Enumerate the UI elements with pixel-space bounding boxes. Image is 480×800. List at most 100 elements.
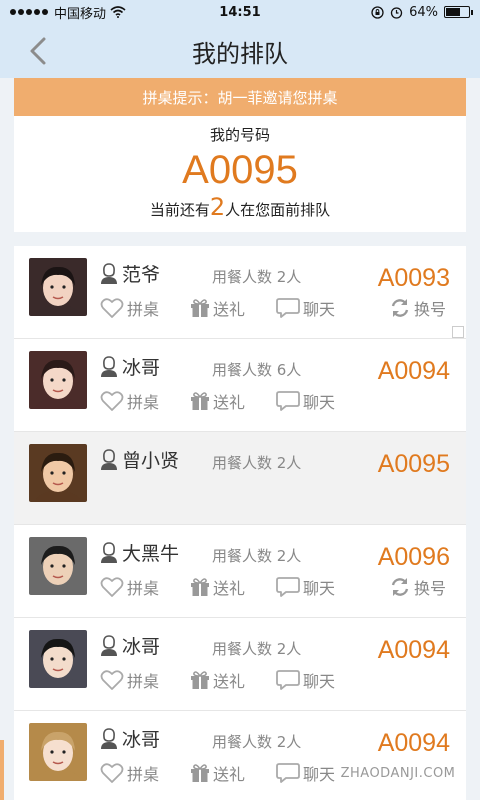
- send-gift-label: 送礼: [213, 579, 246, 598]
- avatar[interactable]: [29, 351, 87, 409]
- chat-button[interactable]: 聊天: [276, 296, 376, 320]
- alarm-icon: [390, 6, 403, 19]
- queue-ahead-text: 当前还有2人在您面前排队: [14, 193, 466, 221]
- queue-row[interactable]: 冰哥 用餐人数 2人 A0094 拼桌 送礼 聊天: [14, 618, 466, 711]
- share-table-label: 拼桌: [127, 300, 160, 319]
- diners-count: 用餐人数 2人: [212, 640, 302, 658]
- send-gift-button[interactable]: 送礼: [190, 296, 276, 320]
- send-gift-button[interactable]: 送礼: [190, 389, 276, 413]
- person-name: 冰哥: [122, 357, 161, 379]
- swap-icon: [391, 299, 409, 317]
- watermark: ZHAODANJI.COM: [336, 762, 460, 784]
- avatar[interactable]: [29, 630, 87, 688]
- queue-code: A0094: [377, 357, 450, 385]
- swap-number-label: 换号: [413, 300, 446, 319]
- diners-count: 用餐人数 6人: [212, 361, 302, 379]
- queue-row[interactable]: 冰哥 用餐人数 6人 A0094 拼桌 送礼 聊天: [14, 339, 466, 432]
- person-icon: [101, 541, 117, 563]
- share-table-button[interactable]: 拼桌: [100, 575, 190, 599]
- ahead-prefix: 当前还有: [149, 201, 210, 219]
- heart-icon: [100, 670, 124, 690]
- heart-icon: [100, 298, 124, 318]
- scroll-marker: [452, 326, 464, 338]
- queue-row[interactable]: 大黑牛 用餐人数 2人 A0096 拼桌 送礼 聊天 换号: [14, 525, 466, 618]
- diners-count: 用餐人数 2人: [212, 733, 302, 751]
- chat-icon: [276, 577, 300, 597]
- person-icon: [101, 262, 117, 284]
- chat-label: 聊天: [303, 579, 336, 598]
- share-table-label: 拼桌: [127, 765, 160, 784]
- chat-button[interactable]: 聊天: [276, 389, 376, 413]
- name-line: 冰哥: [100, 632, 160, 659]
- share-table-button[interactable]: 拼桌: [100, 296, 190, 320]
- chat-button[interactable]: 聊天: [276, 668, 376, 692]
- person-icon: [101, 634, 117, 656]
- page-title: 我的排队: [192, 39, 288, 68]
- share-table-button[interactable]: 拼桌: [100, 761, 190, 785]
- share-table-label: 拼桌: [127, 393, 160, 412]
- diners-count: 用餐人数 2人: [212, 268, 302, 286]
- chat-label: 聊天: [303, 393, 336, 412]
- person-name: 冰哥: [122, 729, 161, 751]
- send-gift-button[interactable]: 送礼: [190, 761, 276, 785]
- person-icon: [101, 727, 117, 749]
- send-gift-button[interactable]: 送礼: [190, 575, 276, 599]
- ahead-suffix: 人在您面前排队: [225, 201, 331, 219]
- queue-code: A0093: [377, 264, 450, 292]
- gift-icon: [191, 578, 209, 596]
- chat-label: 聊天: [303, 300, 336, 319]
- avatar[interactable]: [29, 723, 87, 781]
- chat-icon: [276, 391, 300, 411]
- queue-code: A0095: [377, 450, 450, 478]
- heart-icon: [100, 763, 124, 783]
- share-table-label: 拼桌: [127, 672, 160, 691]
- person-name: 大黑牛: [122, 543, 180, 565]
- ahead-count: 2: [209, 193, 226, 221]
- chat-icon: [276, 298, 300, 318]
- back-icon[interactable]: [26, 36, 50, 66]
- gift-icon: [191, 671, 209, 689]
- status-left: 中国移动: [10, 3, 126, 22]
- swap-icon: [391, 578, 409, 596]
- chat-button[interactable]: 聊天: [276, 575, 376, 599]
- avatar[interactable]: [29, 258, 87, 316]
- lock-rotation-icon: [371, 5, 384, 19]
- share-table-banner[interactable]: 拼桌提示：胡一菲邀请您拼桌: [14, 78, 466, 116]
- row-actions: 拼桌 送礼 聊天: [100, 389, 460, 413]
- swap-number-button[interactable]: 换号: [389, 575, 446, 599]
- wifi-icon: [110, 6, 126, 18]
- queue-row[interactable]: 冰哥 用餐人数 2人 A0094 拼桌 送礼 聊天: [14, 711, 466, 800]
- chat-icon: [276, 763, 300, 783]
- person-name: 范爷: [122, 264, 161, 286]
- gift-icon: [191, 392, 209, 410]
- queue-row[interactable]: 曾小贤 用餐人数 2人 A0095: [14, 432, 466, 525]
- gift-icon: [191, 299, 209, 317]
- name-line: 范爷: [100, 260, 160, 287]
- carrier: 中国移动: [54, 6, 107, 22]
- diners-count: 用餐人数 2人: [212, 454, 302, 472]
- queue-code: A0096: [377, 543, 450, 571]
- gift-icon: [191, 764, 209, 782]
- queue-row[interactable]: 范爷 用餐人数 2人 A0093 拼桌 送礼 聊天 换号: [14, 246, 466, 339]
- heart-icon: [100, 577, 124, 597]
- person-icon: [101, 448, 117, 470]
- share-table-button[interactable]: 拼桌: [100, 389, 190, 413]
- swap-number-label: 换号: [413, 579, 446, 598]
- send-gift-button[interactable]: 送礼: [190, 668, 276, 692]
- share-table-label: 拼桌: [127, 579, 160, 598]
- row-actions: 拼桌 送礼 聊天: [100, 668, 460, 692]
- queue-list: 范爷 用餐人数 2人 A0093 拼桌 送礼 聊天 换号 冰哥 用餐人数 6人 A0094 拼桌 送礼…: [14, 246, 466, 800]
- queue-code: A0094: [377, 636, 450, 664]
- battery-icon: [444, 6, 473, 18]
- avatar[interactable]: [29, 444, 87, 502]
- share-table-button[interactable]: 拼桌: [100, 668, 190, 692]
- avatar[interactable]: [29, 537, 87, 595]
- name-line: 大黑牛: [100, 539, 179, 566]
- signal-icon: [10, 9, 48, 15]
- send-gift-label: 送礼: [213, 672, 246, 691]
- chat-icon: [276, 670, 300, 690]
- person-name: 冰哥: [122, 636, 161, 658]
- chat-label: 聊天: [303, 765, 336, 784]
- swap-number-button[interactable]: 换号: [389, 296, 446, 320]
- queue-code: A0094: [377, 729, 450, 757]
